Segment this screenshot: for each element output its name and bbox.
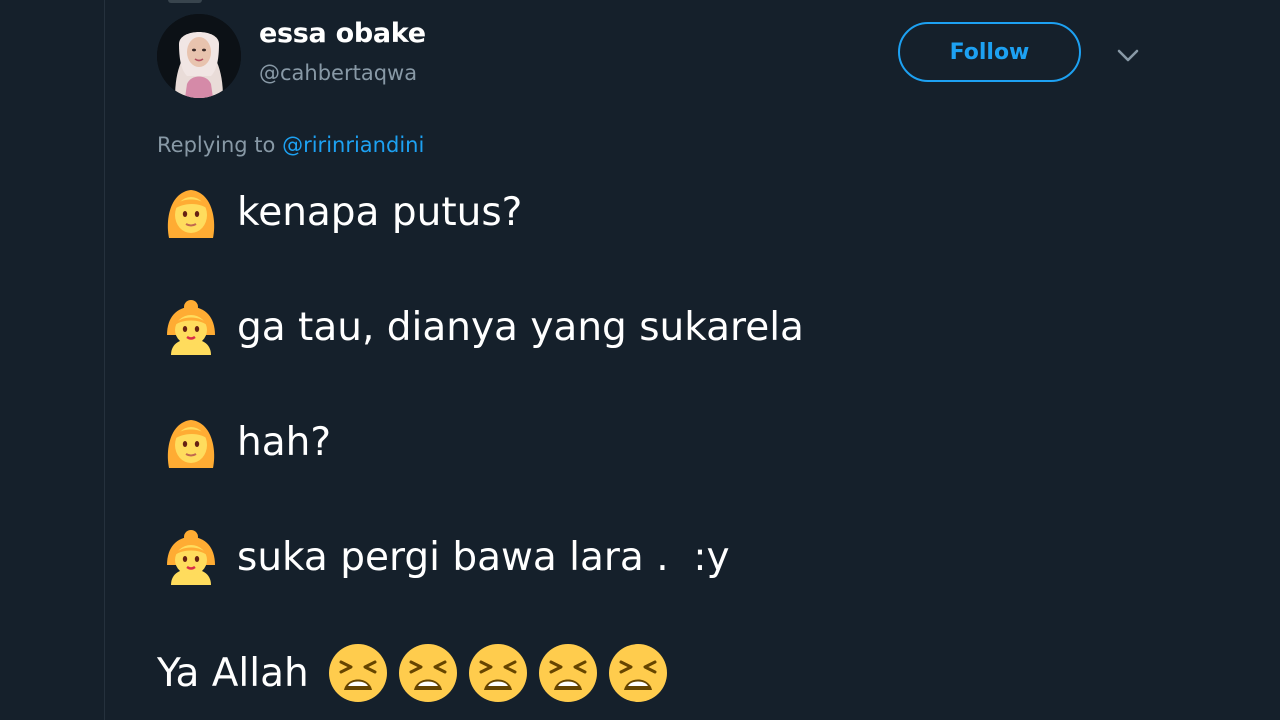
replying-mention-link[interactable]: @ririnriandini (282, 133, 424, 157)
tweet-page: essa obake @cahbertaqwa Follow Replying … (0, 0, 1280, 720)
display-name[interactable]: essa obake (259, 18, 426, 49)
tweet-final-line: Ya Allah (157, 640, 677, 706)
avatar-image (157, 14, 241, 98)
tired-face-emoji-icon (328, 644, 387, 702)
tweet-final-text: Ya Allah (157, 650, 309, 696)
tweet-line-text: kenapa putus? (237, 189, 523, 235)
avatar[interactable] (157, 14, 241, 98)
tired-face-emoji-icon (538, 644, 597, 702)
chevron-down-icon[interactable] (1114, 43, 1142, 67)
tired-face-emoji-icon (398, 644, 457, 702)
tweet-line-text: ga tau, dianya yang sukarela (237, 304, 804, 350)
user-handle[interactable]: @cahbertaqwa (259, 61, 417, 85)
timeline-divider (104, 0, 105, 720)
tweet-text-line: ga tau, dianya yang sukarela (161, 295, 804, 359)
replying-to: Replying to @ririnriandini (157, 133, 424, 157)
woman-emoji-icon (167, 420, 215, 468)
child-emoji-icon (167, 530, 215, 585)
tweet-line-text: suka pergi bawa lara . :y (237, 534, 730, 580)
tired-face-emoji-icon (608, 644, 667, 702)
tweet-text-line: suka pergi bawa lara . :y (161, 525, 730, 589)
woman-emoji-icon (167, 190, 215, 238)
tired-face-emoji-icon (468, 644, 527, 702)
thread-connector (168, 0, 202, 3)
tweet-text-line: kenapa putus? (161, 180, 522, 244)
replying-label: Replying to (157, 133, 276, 157)
child-emoji-icon (167, 300, 215, 355)
tweet-text-line: hah? (161, 410, 331, 474)
follow-button[interactable]: Follow (898, 22, 1081, 82)
tweet-line-text: hah? (237, 419, 332, 465)
